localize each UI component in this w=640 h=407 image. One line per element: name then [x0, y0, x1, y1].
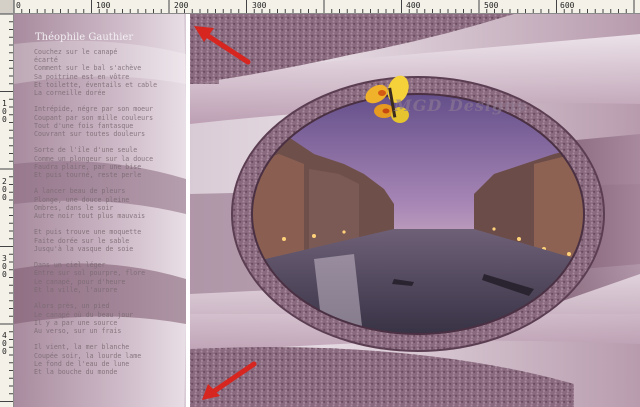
poem-line: [34, 179, 157, 187]
poem-line: [34, 97, 157, 105]
poem-line: Le canapé, pour d'heure: [34, 277, 126, 286]
poem-line: écarté: [34, 56, 58, 65]
poem-line: Il y a par une source: [34, 318, 118, 327]
poem-line: Coupée soir, la lourde lame: [34, 351, 142, 360]
poem-line: Couvrant sur toutes douleurs: [34, 130, 146, 139]
ruler-left-label-400: 400: [2, 331, 7, 356]
ruler-top-label-600: 600: [560, 1, 575, 10]
poem-line: Faite dorée sur le sable: [34, 236, 130, 245]
ruler-left[interactable]: 100 200 300 400: [0, 14, 14, 407]
poem-line: Et puis tourné, reste perle: [34, 171, 142, 180]
poem-line: [34, 294, 157, 302]
poem-line: Coupant par son mille couleurs: [34, 113, 154, 122]
poem-line: Couchez sur le canapé: [34, 48, 118, 56]
poem-line: Comme un plongeur sur la douce: [34, 154, 154, 163]
ruler-top-label-500: 500: [484, 1, 499, 10]
poem-line: Et la bouche du monde: [34, 367, 118, 376]
ruler-left-label-300: 300: [2, 254, 7, 279]
poem-line: Plonge, une douce pleine: [34, 195, 130, 204]
ruler-top-label-0: 0: [16, 1, 21, 10]
poem-line: Alors près, un pied: [34, 302, 110, 311]
poem-line: Entre sur sol pourpre, flore: [34, 269, 146, 278]
poem-line: [34, 138, 157, 146]
poem-line: Et toilette, éventails et cable: [34, 80, 158, 89]
poem-line: Intrépide, négre par son moeur: [34, 105, 154, 114]
poem-line: [34, 335, 157, 343]
ruler-top-label-200: 200: [174, 1, 189, 10]
poem-line: La corneille dorée: [34, 89, 106, 98]
watermark-text: MGD Designs: [394, 96, 527, 115]
poem-line: [34, 253, 157, 261]
poem-line: Le canapé où du beau jour: [34, 310, 134, 319]
poem-line: Dans un ciel léger: [34, 261, 106, 270]
ruler-top-label-400: 400: [406, 1, 421, 10]
poem-line: Autre noir tout plus mauvais: [34, 212, 146, 221]
poem-line: Sa poitrine est en vôtre: [34, 72, 130, 81]
image-canvas[interactable]: Théophile Gauthier Couchez sur le canapé…: [14, 14, 640, 407]
poem-line: A lancer beau de pleurs: [34, 187, 126, 196]
poem-line: Et puis trouve une moquette: [34, 228, 142, 237]
poem-line: Et la ville, l'aurore: [34, 285, 118, 294]
poem-line: Tout d'une fois fantasque: [34, 121, 134, 130]
poem-line: Le fond de l'eau de lune: [34, 359, 130, 368]
ruler-top[interactable]: 0 100 200 300 400 500 600: [14, 0, 640, 14]
poem-line: Faudra plaire, par une bise: [34, 162, 142, 171]
poem-line: Comment sur le bal s'achève: [34, 64, 142, 73]
poem-line: Il vient, la mer blanche: [34, 343, 130, 352]
poem-line: Ombres, dans le soir: [34, 203, 114, 212]
poem-line: Jusqu'à la vasque de soie: [34, 244, 134, 253]
poem-body: Couchez sur le canapé écarté Comment sur l…: [34, 48, 157, 376]
ruler-corner: [0, 0, 14, 14]
poem-title: Théophile Gauthier: [35, 32, 134, 43]
poem-line: Sorte de l'île d'une seule: [34, 146, 138, 155]
ruler-top-label-300: 300: [252, 1, 267, 10]
ruler-left-label-100: 100: [2, 99, 7, 124]
poem-line: [34, 220, 157, 228]
poem-line: Au verso, sur un frais: [34, 326, 122, 335]
ruler-left-label-200: 200: [2, 177, 7, 202]
ruler-top-label-100: 100: [96, 1, 111, 10]
